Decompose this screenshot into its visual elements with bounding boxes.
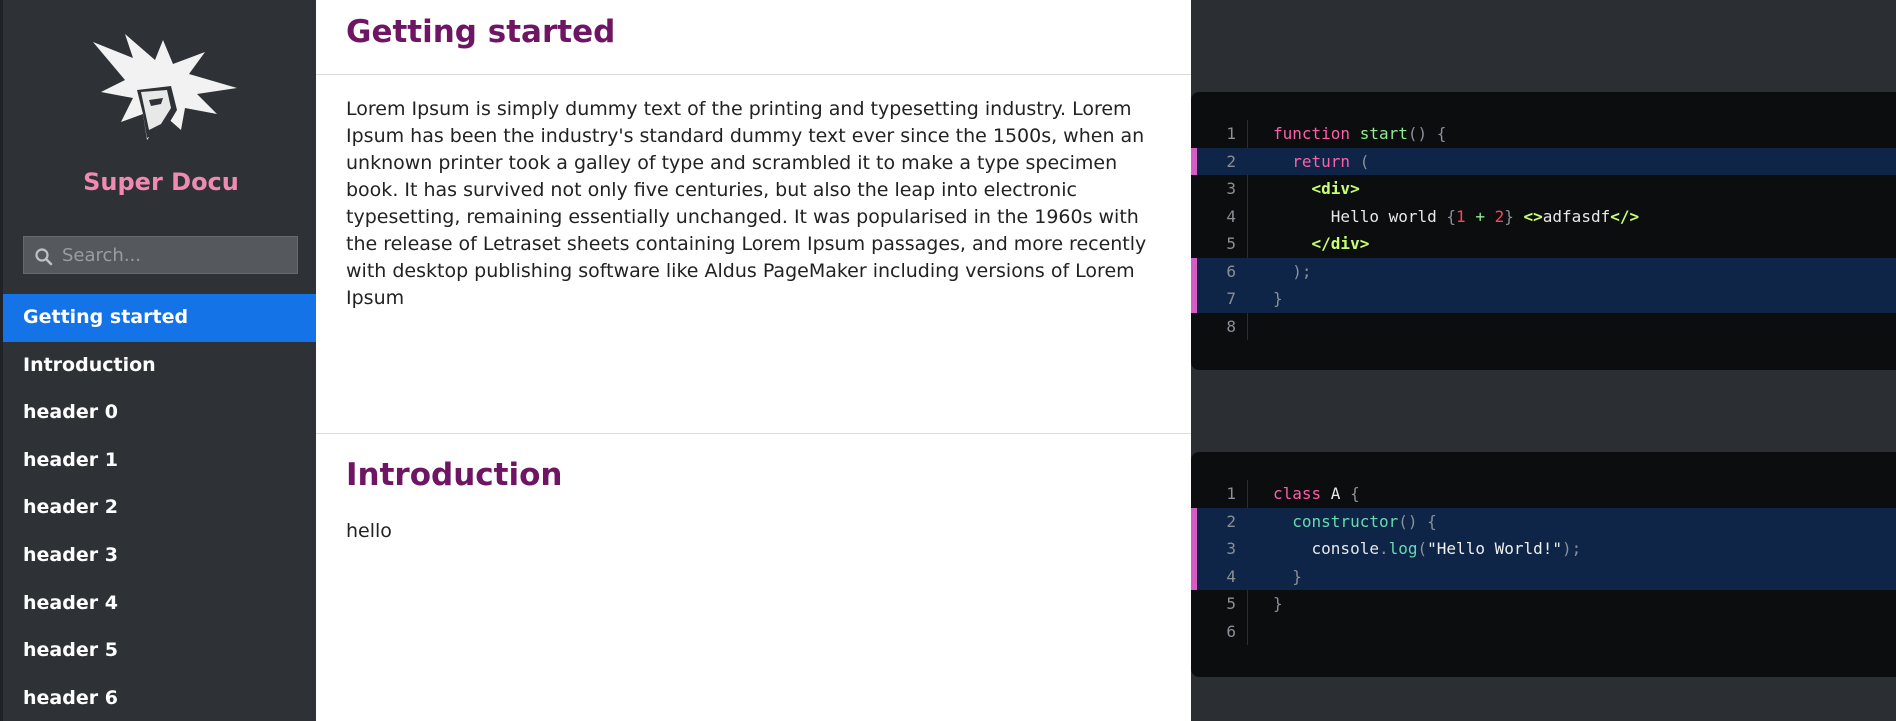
line-number: 5	[1226, 234, 1236, 253]
code-text: return (	[1292, 151, 1370, 171]
sidebar-item-header-0[interactable]: header 0	[3, 389, 316, 437]
section-body-getting-started: Lorem Ipsum is simply dummy text of the …	[346, 98, 1147, 309]
line-number: 6	[1226, 621, 1236, 641]
line-number: 8	[1226, 316, 1236, 336]
section-title-introduction: Introduction	[346, 457, 563, 493]
anime-hero-logo	[93, 34, 237, 140]
code-text: }	[1292, 566, 1302, 586]
code-text: <div>	[1311, 179, 1360, 198]
section-title-getting-started: Getting started	[346, 14, 616, 50]
brand-name: Super Docu	[83, 168, 239, 196]
sidebar-item-header-3[interactable]: header 3	[3, 532, 316, 580]
section-divider	[316, 433, 1191, 434]
sidebar: Super Docu Getting started Introduction …	[0, 0, 316, 721]
search-input[interactable]	[62, 237, 292, 273]
section-divider	[316, 74, 1191, 75]
code-text: );	[1292, 261, 1312, 281]
main-content: Getting started Lorem Ipsum is simply du…	[316, 0, 1191, 721]
code-text: constructor() {	[1292, 511, 1437, 531]
sidebar-nav: Getting started Introduction header 0 he…	[3, 294, 316, 721]
search-icon	[35, 248, 53, 266]
code-line: 7}	[1191, 285, 1896, 313]
code-text: console.log("Hello World!");	[1311, 539, 1582, 558]
code-line: 6	[1191, 618, 1896, 646]
line-number: 1	[1226, 484, 1236, 503]
line-number: 5	[1226, 594, 1236, 613]
sidebar-item-header-1[interactable]: header 1	[3, 437, 316, 485]
code-block-class: 1 class A {2 constructor() {3 console.log…	[1191, 452, 1896, 677]
code-line: 5 </div>	[1191, 230, 1896, 258]
code-block-start: 1 function start() {2 return (3 <div> 4 He…	[1191, 92, 1896, 370]
code-text: </div>	[1311, 234, 1370, 253]
line-number: 1	[1226, 124, 1236, 143]
code-text: }	[1273, 594, 1283, 613]
code-line: 4 }	[1191, 562, 1896, 590]
code-line: 5}	[1191, 590, 1896, 618]
code-line: 3 <div>	[1191, 175, 1896, 203]
code-line: 2 constructor() {	[1191, 507, 1896, 535]
sidebar-item-header-5[interactable]: header 5	[3, 627, 316, 675]
line-number: 6	[1226, 261, 1236, 281]
code-text: class A {	[1273, 484, 1360, 503]
line-number: 3	[1226, 539, 1236, 558]
code-line: 4 Hello world {1 + 2} <>adfasdf</>	[1191, 203, 1896, 231]
sidebar-item-getting-started[interactable]: Getting started	[3, 294, 316, 342]
line-number: 3	[1226, 179, 1236, 198]
line-number: 2	[1226, 151, 1236, 171]
code-text: }	[1273, 289, 1283, 308]
search-box[interactable]	[23, 236, 298, 274]
code-text: Hello world {1 + 2} <>adfasdf</>	[1330, 206, 1640, 226]
code-line: 6 );	[1191, 257, 1896, 285]
code-line: 1 class A {	[1191, 480, 1896, 508]
line-number: 4	[1226, 566, 1236, 586]
sidebar-item-introduction[interactable]: Introduction	[3, 342, 316, 390]
line-number: 7	[1226, 289, 1236, 308]
sidebar-item-header-4[interactable]: header 4	[3, 580, 316, 628]
code-line: 8	[1191, 313, 1896, 341]
code-line: 3 console.log("Hello World!");	[1191, 535, 1896, 563]
line-number: 4	[1226, 206, 1236, 226]
code-line: 1 function start() {	[1191, 120, 1896, 148]
code-text: function start() {	[1273, 124, 1447, 143]
sidebar-item-header-6[interactable]: header 6	[3, 675, 316, 721]
sidebar-item-header-2[interactable]: header 2	[3, 484, 316, 532]
section-body-introduction: hello	[346, 520, 392, 542]
line-number: 2	[1226, 511, 1236, 531]
code-line: 2 return (	[1191, 147, 1896, 175]
